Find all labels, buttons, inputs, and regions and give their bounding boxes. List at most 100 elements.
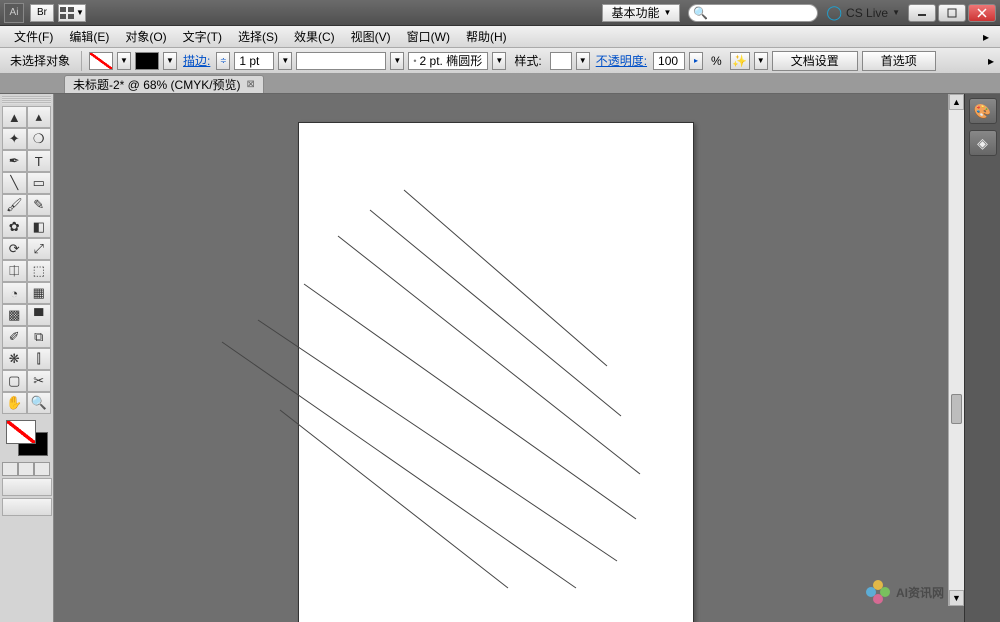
document-setup-button[interactable]: 文档设置 — [772, 51, 858, 71]
perspective-grid-tool[interactable]: ▦ — [27, 282, 52, 304]
app-logo-icon: Ai — [4, 3, 24, 23]
fill-swatch[interactable] — [89, 52, 113, 70]
style-dropdown[interactable]: ▼ — [576, 52, 590, 70]
brush-label: 2 pt. 椭圆形 — [420, 52, 483, 69]
style-label: 样式: — [510, 52, 545, 69]
zoom-tool[interactable]: 🔍 — [27, 392, 52, 414]
menu-object[interactable]: 对象(O) — [117, 28, 174, 45]
screen-mode-button[interactable] — [2, 478, 52, 496]
scroll-up-icon[interactable]: ▲ — [949, 94, 964, 110]
close-button[interactable] — [968, 4, 996, 22]
recolor-artwork-icon[interactable]: ✨ — [730, 52, 750, 70]
type-tool[interactable]: T — [27, 150, 52, 172]
pencil-tool[interactable]: ✎ — [27, 194, 52, 216]
toolbox-grip[interactable] — [2, 96, 51, 104]
scroll-down-icon[interactable]: ▼ — [949, 590, 964, 606]
color-mode-icon[interactable] — [2, 462, 18, 476]
paintbrush-tool[interactable]: 🖌 — [2, 194, 27, 216]
fill-dropdown[interactable]: ▼ — [117, 52, 131, 70]
bridge-button[interactable]: Br — [30, 4, 54, 22]
direct-selection-tool[interactable]: ▴ — [27, 106, 52, 128]
document-tab[interactable]: 未标题-2* @ 68% (CMYK/预览) ⊠ — [64, 75, 264, 93]
fill-stroke-colors[interactable] — [2, 418, 52, 460]
recolor-dropdown[interactable]: ▼ — [754, 52, 768, 70]
preferences-button[interactable]: 首选项 — [862, 51, 936, 71]
title-bar: Ai Br ▼ 基本功能 ▼ 🔍 ◯ CS Live ▼ — [0, 0, 1000, 26]
menu-view[interactable]: 视图(V) — [343, 28, 399, 45]
control-flyout-icon[interactable]: ▸ — [988, 54, 994, 68]
line-segment-tool[interactable]: ╲ — [2, 172, 27, 194]
rotate-tool[interactable]: ⟳ — [2, 238, 27, 260]
stroke-link[interactable]: 描边: — [181, 52, 212, 69]
variable-width-profile[interactable] — [296, 52, 386, 70]
window-controls — [908, 4, 996, 22]
gradient-tool[interactable]: ▀ — [27, 304, 52, 326]
stroke-weight-stepper[interactable]: ≑ — [216, 52, 230, 70]
scroll-thumb[interactable] — [951, 394, 962, 424]
menu-window[interactable]: 窗口(W) — [399, 28, 458, 45]
brush-definition[interactable]: • 2 pt. 椭圆形 — [408, 52, 488, 70]
none-mode-icon[interactable] — [34, 462, 50, 476]
stroke-dropdown[interactable]: ▼ — [163, 52, 177, 70]
close-tab-icon[interactable]: ⊠ — [247, 79, 255, 90]
menu-edit[interactable]: 编辑(E) — [61, 28, 117, 45]
menu-help[interactable]: 帮助(H) — [458, 28, 515, 45]
profile-dropdown[interactable]: ▼ — [390, 52, 404, 70]
selection-tool[interactable]: ▲ — [2, 106, 27, 128]
hand-tool[interactable]: ✋ — [2, 392, 27, 414]
brush-dropdown[interactable]: ▼ — [492, 52, 506, 70]
opacity-link[interactable]: 不透明度: — [594, 52, 649, 69]
watermark-text: AI资讯网 — [896, 584, 944, 601]
magic-wand-tool[interactable]: ✦ — [2, 128, 27, 150]
mesh-tool[interactable]: ▩ — [2, 304, 27, 326]
search-icon: 🔍 — [693, 6, 708, 20]
symbol-sprayer-tool[interactable]: ❋ — [2, 348, 27, 370]
menu-effect[interactable]: 效果(C) — [286, 28, 343, 45]
change-screen-button[interactable] — [2, 498, 52, 516]
menu-flyout-icon[interactable]: ▸ — [978, 30, 994, 44]
cslive-label: CS Live — [846, 6, 888, 20]
canvas-area[interactable]: ▲ ▼ AI资讯网 — [54, 94, 964, 622]
column-graph-tool[interactable]: ⫿ — [27, 348, 52, 370]
width-tool[interactable]: ⎅ — [2, 260, 27, 282]
toolbox: ▲▴ ✦❍ ✒T ╲▭ 🖌✎ ✿◧ ⟳⤢ ⎅⬚ ◔▦ ▩▀ ✐⧉ ❋⫿ ▢✂ ✋… — [0, 94, 54, 622]
selection-status: 未选择对象 — [6, 52, 74, 69]
maximize-button[interactable] — [938, 4, 966, 22]
stroke-weight-dropdown[interactable]: ▼ — [278, 52, 292, 70]
rectangle-tool[interactable]: ▭ — [27, 172, 52, 194]
shape-builder-tool[interactable]: ◔ — [2, 282, 27, 304]
fill-color-icon[interactable] — [6, 420, 36, 444]
menu-file[interactable]: 文件(F) — [6, 28, 61, 45]
artboard-tool[interactable]: ▢ — [2, 370, 27, 392]
menu-type[interactable]: 文字(T) — [175, 28, 230, 45]
gradient-mode-icon[interactable] — [18, 462, 34, 476]
eraser-tool[interactable]: ◧ — [27, 216, 52, 238]
search-field[interactable]: 🔍 — [688, 4, 818, 22]
slice-tool[interactable]: ✂ — [27, 370, 52, 392]
stroke-weight-field[interactable]: 1 pt — [234, 52, 274, 70]
cslive-icon: ◯ — [826, 4, 842, 21]
document-tab-title: 未标题-2* @ 68% (CMYK/预览) — [73, 76, 241, 93]
cs-live-button[interactable]: ◯ CS Live ▼ — [826, 4, 900, 21]
eyedropper-tool[interactable]: ✐ — [2, 326, 27, 348]
vertical-scrollbar[interactable]: ▲ ▼ — [948, 94, 964, 606]
lasso-tool[interactable]: ❍ — [27, 128, 52, 150]
stroke-swatch[interactable] — [135, 52, 159, 70]
workspace-switcher[interactable]: 基本功能 ▼ — [602, 4, 680, 22]
layers-panel-icon[interactable]: ◈ — [969, 130, 997, 156]
graphic-style[interactable] — [550, 52, 572, 70]
blend-tool[interactable]: ⧉ — [27, 326, 52, 348]
menu-select[interactable]: 选择(S) — [230, 28, 286, 45]
opacity-arrow[interactable]: ▸ — [689, 52, 703, 70]
arrange-documents-button[interactable]: ▼ — [58, 4, 86, 22]
opacity-field[interactable]: 100 — [653, 52, 685, 70]
minimize-button[interactable] — [908, 4, 936, 22]
menu-bar: 文件(F) 编辑(E) 对象(O) 文字(T) 选择(S) 效果(C) 视图(V… — [0, 26, 1000, 48]
pen-tool[interactable]: ✒ — [2, 150, 27, 172]
color-panel-icon[interactable]: 🎨 — [969, 98, 997, 124]
scale-tool[interactable]: ⤢ — [27, 238, 52, 260]
watermark: AI资讯网 — [866, 580, 944, 604]
free-transform-tool[interactable]: ⬚ — [27, 260, 52, 282]
document-tab-bar: 未标题-2* @ 68% (CMYK/预览) ⊠ — [0, 74, 1000, 94]
blob-brush-tool[interactable]: ✿ — [2, 216, 27, 238]
